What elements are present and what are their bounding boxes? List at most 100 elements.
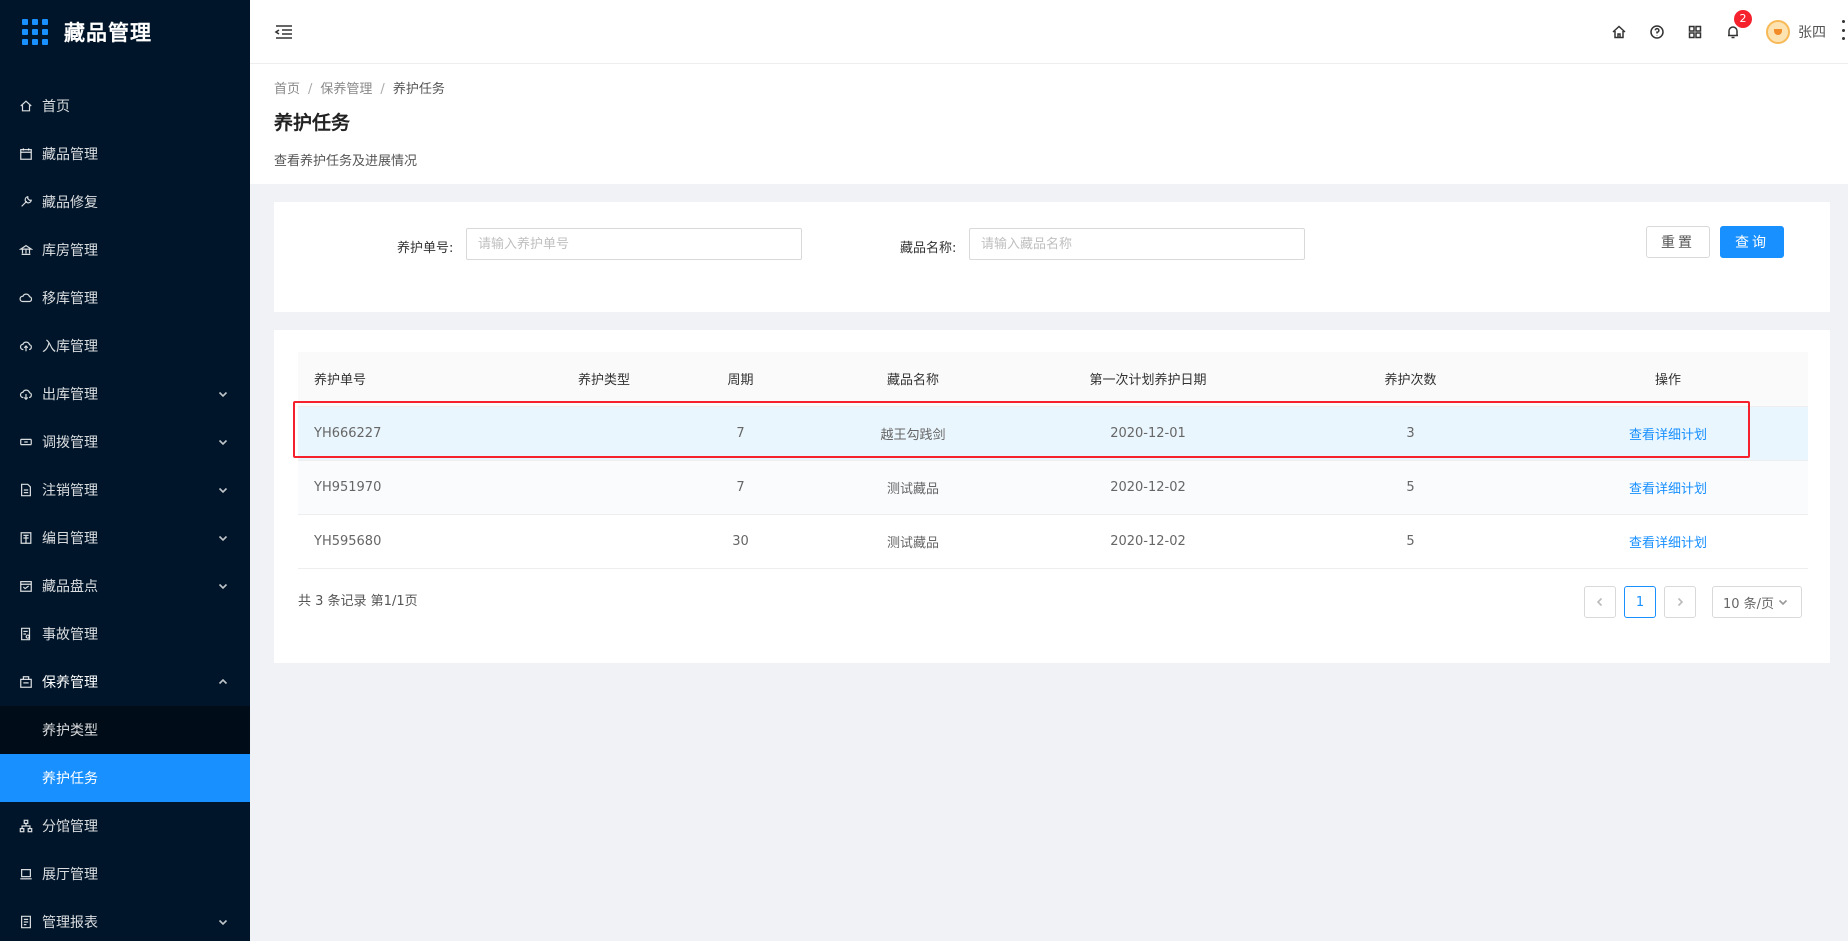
reset-button[interactable]: 重置 <box>1646 226 1710 258</box>
cell-collection-name: 测试藏品 <box>823 460 1003 515</box>
chevron-down-icon <box>1778 599 1788 606</box>
breadcrumb-home[interactable]: 首页 <box>274 82 300 97</box>
cell-type <box>550 514 658 569</box>
sidebar-subitem-maintenance-type[interactable]: 养护类型 <box>0 706 250 754</box>
maintenance-task-table: 养护单号 养护类型 周期 藏品名称 第一次计划养护日期 养护次数 操作 YH66… <box>298 352 1808 569</box>
prev-page-button[interactable] <box>1584 586 1616 618</box>
chevron-down-icon <box>218 915 230 927</box>
sidebar-item-repair[interactable]: 藏品修复 <box>0 178 250 226</box>
home-icon[interactable] <box>1600 0 1638 64</box>
bell-icon[interactable]: 2 <box>1714 0 1752 64</box>
collection-name-label: 藏品名称: <box>900 241 957 256</box>
book-icon <box>18 530 34 546</box>
help-icon[interactable] <box>1638 0 1676 64</box>
top-header: 2 张四 <box>250 0 1848 64</box>
file-icon <box>18 482 34 498</box>
sidebar-item-storage[interactable]: 库房管理 <box>0 226 250 274</box>
apps-grid-icon <box>22 19 48 45</box>
cell-type <box>550 406 658 461</box>
order-number-input[interactable] <box>466 228 802 260</box>
collection-name-input[interactable] <box>969 228 1305 260</box>
swap-icon <box>18 434 34 450</box>
page-size-value: 10 条/页 <box>1723 596 1775 612</box>
cell-cycle: 7 <box>658 406 823 461</box>
view-plan-link[interactable]: 查看详细计划 <box>1528 406 1808 461</box>
order-number-label: 养护单号: <box>397 241 454 256</box>
sidebar-item-label: 事故管理 <box>42 627 98 643</box>
sidebar-item-collections[interactable]: 藏品管理 <box>0 130 250 178</box>
cell-collection-name: 测试藏品 <box>823 514 1003 569</box>
column-header: 养护单号 <box>298 352 550 407</box>
cloud-download-icon <box>18 386 34 402</box>
maintenance-submenu: 养护类型 养护任务 <box>0 706 250 802</box>
breadcrumb-current: 养护任务 <box>392 82 445 97</box>
sidebar-item-allocation[interactable]: 调拨管理 <box>0 418 250 466</box>
notification-badge: 2 <box>1734 10 1752 28</box>
cloud-sync-icon <box>18 290 34 306</box>
sidebar-item-branches[interactable]: 分馆管理 <box>0 802 250 850</box>
query-button[interactable]: 查询 <box>1720 226 1784 258</box>
user-name: 张四 <box>1798 25 1826 41</box>
build-icon <box>18 674 34 690</box>
sidebar-item-label: 注销管理 <box>42 483 98 499</box>
breadcrumb: 首页 / 保养管理 / 养护任务 <box>274 82 445 97</box>
calendar-icon <box>18 146 34 162</box>
search-form: 养护单号: 藏品名称: 重置 查询 <box>274 202 1830 312</box>
menu-fold-icon[interactable] <box>274 22 294 42</box>
cell-order-number: YH666227 <box>298 406 550 461</box>
sidebar-item-outbound[interactable]: 出库管理 <box>0 370 250 418</box>
apps-icon[interactable] <box>1676 0 1714 64</box>
cell-count: 5 <box>1293 514 1528 569</box>
sidebar-item-transfer-storage[interactable]: 移库管理 <box>0 274 250 322</box>
sidebar-item-label: 首页 <box>42 99 70 115</box>
column-header: 养护次数 <box>1293 352 1528 407</box>
sidebar-item-inventory[interactable]: 藏品盘点 <box>0 562 250 610</box>
tool-icon <box>18 194 34 210</box>
chevron-right-icon <box>1677 597 1684 607</box>
column-header: 养护类型 <box>550 352 658 407</box>
sidebar-item-label: 库房管理 <box>42 243 98 259</box>
chevron-down-icon <box>218 531 230 543</box>
sidebar-item-home[interactable]: 首页 <box>0 82 250 130</box>
sidebar-item-inbound[interactable]: 入库管理 <box>0 322 250 370</box>
view-plan-link[interactable]: 查看详细计划 <box>1528 514 1808 569</box>
sidebar-item-label: 移库管理 <box>42 291 98 307</box>
cell-cycle: 7 <box>658 460 823 515</box>
chevron-down-icon <box>218 435 230 447</box>
table-row[interactable]: YH951970 7 测试藏品 2020-12-02 5 查看详细计划 <box>298 460 1808 515</box>
sidebar-item-maintenance[interactable]: 保养管理 <box>0 658 250 706</box>
column-header: 周期 <box>658 352 823 407</box>
app-logo[interactable]: 藏品管理 <box>0 0 250 64</box>
sidebar-item-label: 保养管理 <box>42 675 98 691</box>
breadcrumb-maintenance[interactable]: 保养管理 <box>320 82 372 97</box>
next-page-button[interactable] <box>1664 586 1696 618</box>
sidebar-item-label: 出库管理 <box>42 387 98 403</box>
sidebar-item-cataloging[interactable]: 编目管理 <box>0 514 250 562</box>
chevron-down-icon <box>218 387 230 399</box>
page-number-button[interactable]: 1 <box>1624 586 1656 618</box>
sidebar-item-reports[interactable]: 管理报表 <box>0 898 250 941</box>
table-row[interactable]: YH666227 7 越王勾践剑 2020-12-01 3 查看详细计划 <box>298 406 1808 461</box>
cell-first-date: 2020-12-01 <box>1003 406 1293 461</box>
sidebar-item-exhibition-halls[interactable]: 展厅管理 <box>0 850 250 898</box>
sidebar-item-incidents[interactable]: 事故管理 <box>0 610 250 658</box>
avatar <box>1766 20 1790 44</box>
page-size-select[interactable]: 10 条/页 <box>1712 586 1802 618</box>
sidebar: 藏品管理 首页 藏品管理 藏品修复 库房管理 移库管理 入库管理 出库管理 调拨… <box>0 0 250 941</box>
more-vertical-icon[interactable] <box>1842 20 1846 40</box>
column-header: 藏品名称 <box>823 352 1003 407</box>
report-icon <box>18 914 34 930</box>
cell-count: 3 <box>1293 406 1528 461</box>
user-menu[interactable]: 张四 <box>1766 20 1826 44</box>
cloud-upload-icon <box>18 338 34 354</box>
chevron-left-icon <box>1596 597 1603 607</box>
sidebar-item-label: 养护类型 <box>42 723 98 739</box>
sidebar-item-label: 藏品修复 <box>42 195 98 211</box>
view-plan-link[interactable]: 查看详细计划 <box>1528 460 1808 515</box>
laptop-icon <box>18 866 34 882</box>
cell-type <box>550 460 658 515</box>
sidebar-subitem-maintenance-task[interactable]: 养护任务 <box>0 754 250 802</box>
sidebar-item-label: 藏品管理 <box>42 147 98 163</box>
sidebar-item-cancellation[interactable]: 注销管理 <box>0 466 250 514</box>
table-row[interactable]: YH595680 30 测试藏品 2020-12-02 5 查看详细计划 <box>298 514 1808 569</box>
